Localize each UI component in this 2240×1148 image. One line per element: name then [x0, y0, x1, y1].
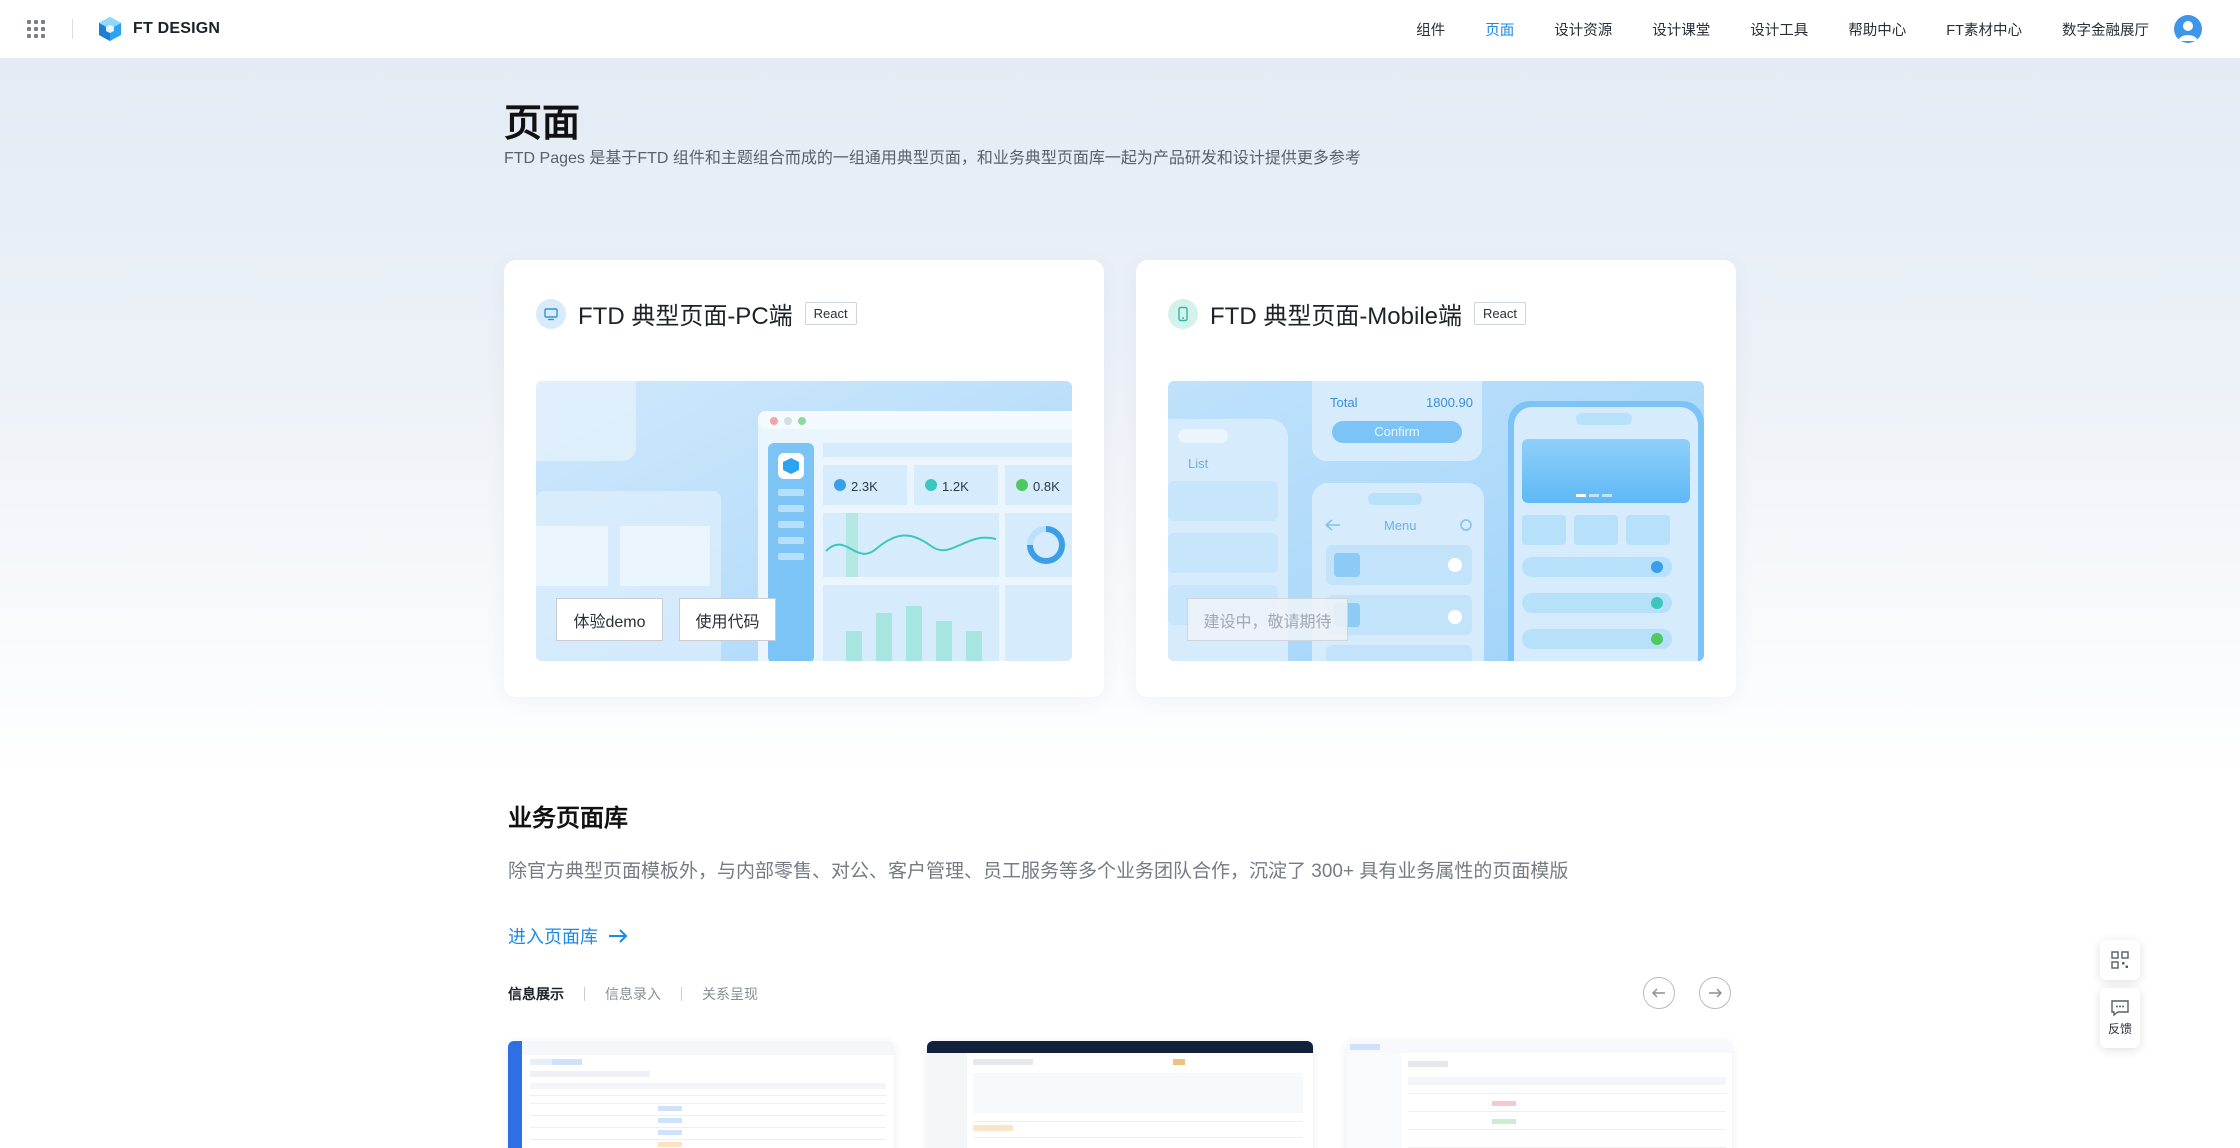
- arrow-right-icon: [1709, 988, 1722, 998]
- top-navbar: FT DESIGN 组件 页面 设计资源 设计课堂 设计工具 帮助中心 FT素材…: [0, 0, 2240, 59]
- template-thumbnail[interactable]: [927, 1041, 1313, 1148]
- enter-library-link[interactable]: 进入页面库: [508, 923, 628, 949]
- tab-divider: [681, 987, 682, 1001]
- nav-help-center[interactable]: 帮助中心: [1848, 19, 1906, 40]
- main-nav: 组件 页面 设计资源 设计课堂 设计工具 帮助中心 FT素材中心 数字金融展厅: [1376, 0, 2149, 58]
- user-icon: [2178, 21, 2198, 41]
- prev-button[interactable]: [1643, 977, 1675, 1009]
- monitor-icon: [536, 298, 566, 329]
- tab-info-display[interactable]: 信息展示: [508, 984, 564, 1004]
- nav-design-resources[interactable]: 设计资源: [1554, 19, 1612, 40]
- feedback-button[interactable]: 反馈: [2100, 988, 2140, 1048]
- mobile-phone-icon: [1168, 298, 1198, 329]
- library-tabs: 信息展示 信息录入 关系呈现: [508, 984, 758, 1004]
- logo[interactable]: FT DESIGN: [97, 16, 220, 42]
- qr-code-icon: [2111, 951, 2129, 969]
- nav-ft-assets[interactable]: FT素材中心: [1946, 19, 2022, 40]
- page-title: 页面: [504, 103, 581, 145]
- logo-text: FT DESIGN: [133, 20, 221, 37]
- library-title: 业务页面库: [508, 805, 628, 832]
- qr-code-button[interactable]: [2100, 940, 2140, 980]
- coming-soon-button: 建设中，敬请期待: [1187, 598, 1348, 641]
- enter-library-label: 进入页面库: [508, 927, 598, 947]
- nav-design-class[interactable]: 设计课堂: [1652, 19, 1710, 40]
- ft-cube-logo-icon: [99, 17, 121, 41]
- card-pc-title: FTD 典型页面-PC端: [578, 303, 793, 330]
- react-tag: React: [1474, 302, 1526, 325]
- header-divider: [72, 19, 73, 39]
- tab-relation-display[interactable]: 关系呈现: [702, 984, 758, 1004]
- page-subtitle: FTD Pages 是基于FTD 组件和主题组合而成的一组通用典型页面，和业务典…: [504, 150, 1361, 167]
- try-demo-button[interactable]: 体验demo: [556, 598, 663, 641]
- nav-digital-finance-hall[interactable]: 数字金融展厅: [2062, 19, 2149, 40]
- avatar[interactable]: [2174, 15, 2202, 43]
- app-grid-icon[interactable]: [27, 20, 45, 38]
- arrow-left-icon: [1652, 988, 1665, 998]
- react-tag: React: [804, 302, 857, 325]
- nav-components[interactable]: 组件: [1416, 19, 1445, 40]
- arrow-right-icon: [609, 929, 628, 943]
- tab-info-entry[interactable]: 信息录入: [605, 984, 661, 1004]
- feedback-label: 反馈: [2107, 1022, 2132, 1036]
- next-button[interactable]: [1699, 977, 1731, 1009]
- use-code-button[interactable]: 使用代码: [679, 598, 776, 641]
- card-mobile[interactable]: FTD 典型页面-Mobile端 React Total 1800.90 Con…: [1136, 260, 1736, 697]
- template-thumbnail[interactable]: [508, 1041, 894, 1148]
- nav-design-tools[interactable]: 设计工具: [1750, 19, 1808, 40]
- tab-divider: [584, 987, 585, 1001]
- chat-bubble-icon: [2111, 1000, 2129, 1017]
- card-pc-header: FTD 典型页面-PC端 React: [536, 296, 857, 331]
- library-subtitle: 除官方典型页面模板外，与内部零售、对公、客户管理、员工服务等多个业务团队合作，沉…: [508, 861, 1569, 882]
- template-thumbnail[interactable]: [1346, 1041, 1732, 1148]
- card-mobile-header: FTD 典型页面-Mobile端 React: [1168, 296, 1526, 331]
- card-mobile-title: FTD 典型页面-Mobile端: [1210, 303, 1463, 330]
- nav-pages[interactable]: 页面: [1485, 19, 1514, 40]
